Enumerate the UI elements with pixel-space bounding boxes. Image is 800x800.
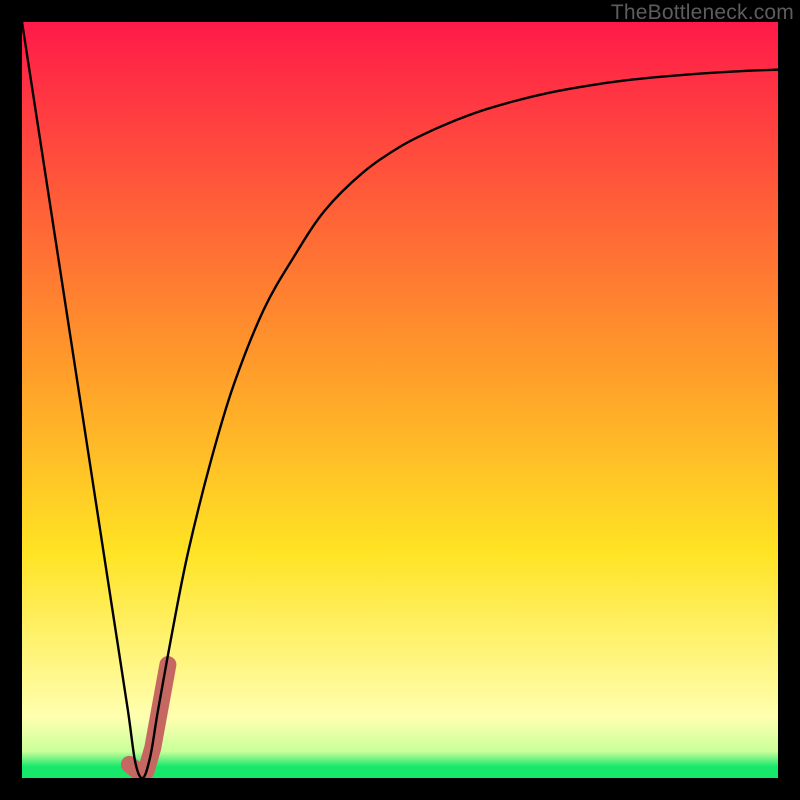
bottleneck-curve-stroke [22,22,778,778]
chart-frame: TheBottleneck.com [0,0,800,800]
plot-area [22,22,778,778]
curve-layer [22,22,778,778]
